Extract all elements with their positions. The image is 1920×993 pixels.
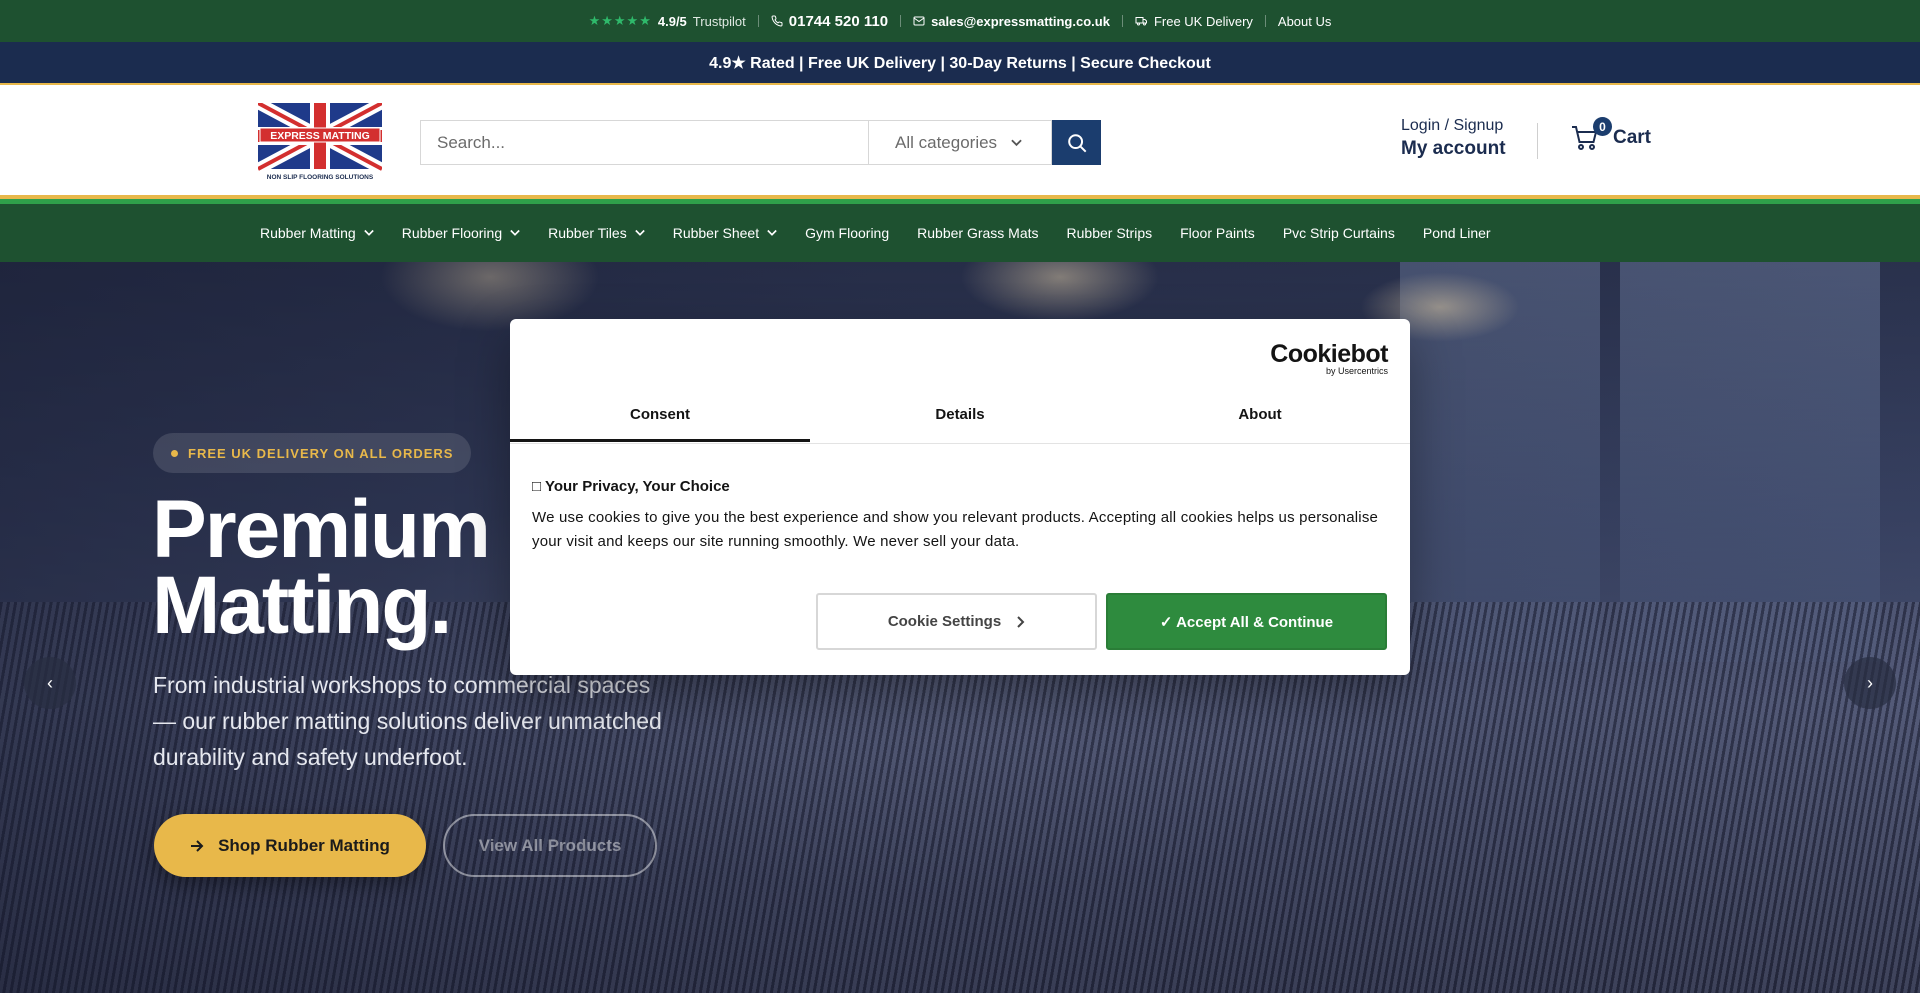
accept-all-button[interactable]: ✓ Accept All & Continue [1106,593,1387,650]
chevron-down-icon [1011,139,1022,146]
tab-divider [510,443,1410,444]
header-divider [1537,123,1538,159]
announcement-bar: 4.9★ Rated | Free UK Delivery | 30-Day R… [0,42,1920,85]
tab-consent[interactable]: Consent [510,404,810,444]
category-select[interactable]: All categories [868,120,1052,165]
nav-item-pond-liner[interactable]: Pond Liner [1423,225,1491,241]
svg-text:NON SLIP FLOORING SOLUTIONS: NON SLIP FLOORING SOLUTIONS [267,174,374,181]
nav-item-label: Rubber Strips [1066,225,1153,241]
divider [1121,15,1123,27]
cookie-settings-button[interactable]: Cookie Settings [816,593,1097,650]
delivery-label: Free UK Delivery [1153,13,1253,29]
site-header: EXPRESS MATTING NON SLIP FLOORING SOLUTI… [0,85,1920,195]
tab-details[interactable]: Details [810,404,1110,444]
site-logo[interactable]: EXPRESS MATTING NON SLIP FLOORING SOLUTI… [255,97,385,183]
hero-subcopy: From industrial workshops to commercial … [153,672,662,770]
nav-item-label: Rubber Grass Mats [917,225,1039,241]
hero-headline-line2: Matting. [152,560,452,651]
nav-item-rubber-flooring[interactable]: Rubber Flooring [402,225,520,241]
main-navigation: Rubber Matting Rubber Flooring Rubber Ti… [0,204,1920,262]
view-all-products-button[interactable]: View All Products [443,814,657,877]
nav-item-label: Pvc Strip Curtains [1282,225,1395,241]
nav-item-rubber-strips[interactable]: Rubber Strips [1067,225,1153,241]
nav-item-label: Rubber Tiles [548,225,627,241]
carousel-next-button[interactable]: › [1844,657,1896,709]
nav-item-floor-paints[interactable]: Floor Paints [1180,225,1255,241]
category-select-value: All categories [895,132,998,152]
cookie-consent-dialog: Cookiebot by Usercentrics Consent Detail… [510,319,1410,675]
svg-text:EXPRESS MATTING: EXPRESS MATTING [270,130,370,142]
search-button[interactable] [1052,120,1101,165]
chevron-right-icon [1017,615,1025,628]
nav-item-rubber-tiles[interactable]: Rubber Tiles [548,225,645,241]
email-address: sales@expressmatting.co.uk [931,13,1110,29]
consent-tabs: Consent Details About [510,404,1410,444]
cart-button[interactable]: 0 Cart [1571,117,1652,151]
trustpilot-label: Trustpilot [692,13,746,29]
consent-title-text: Your Privacy, Your Choice [544,478,730,495]
phone-number: 01744 520 110 [788,12,889,30]
nav-item-label: Gym Flooring [805,225,890,241]
nav-item-pvc-strip-curtains[interactable]: Pvc Strip Curtains [1283,225,1395,241]
phone-icon [771,15,783,27]
search-bar: All categories [420,120,1101,165]
nav-item-label: Rubber Matting [260,225,356,241]
phone-link[interactable]: 01744 520 110 [771,13,888,30]
delivery-badge-text: FREE UK DELIVERY ON ALL ORDERS [188,445,454,461]
cart-count-badge: 0 [1593,117,1612,136]
chevron-down-icon [634,229,645,236]
delivery-badge: FREE UK DELIVERY ON ALL ORDERS [153,433,472,473]
nav-item-label: Rubber Flooring [401,225,503,241]
divider [757,15,759,27]
login-signup-label: Login / Signup [1401,117,1504,134]
search-input[interactable] [420,120,868,165]
about-link[interactable]: About Us [1278,14,1331,29]
chevron-down-icon [510,229,520,236]
divider [900,15,902,27]
cart-label: Cart [1613,127,1652,148]
chevron-down-icon [363,229,374,236]
nav-item-label: Floor Paints [1180,225,1255,241]
chevron-down-icon [767,229,777,236]
consent-body: We use cookies to give you the best expe… [532,509,1379,550]
nav-item-rubber-matting[interactable]: Rubber Matting [260,225,374,241]
consent-title: □ Your Privacy, Your Choice [532,478,730,495]
my-account-label: My account [1401,138,1506,159]
search-icon [1067,133,1086,152]
nav-item-gym-flooring[interactable]: Gym Flooring [805,225,889,241]
top-utility-bar: ★★★★★ 4.9/5 Trustpilot 01744 520 110 sal… [0,0,1920,42]
shop-rubber-matting-button[interactable]: Shop Rubber Matting [154,814,426,877]
carousel-prev-button[interactable]: ‹ [24,657,76,709]
mail-icon [913,16,925,26]
divider [1264,15,1266,27]
truck-icon [1135,17,1147,26]
privacy-icon: □ [532,478,542,495]
cookiebot-brand: Cookiebot [1270,340,1388,368]
nav-item-rubber-grass-mats[interactable]: Rubber Grass Mats [917,225,1038,241]
nav-item-label: Pond Liner [1422,225,1491,241]
nav-item-label: Rubber Sheet [672,225,760,241]
cookiebot-logo: Cookiebot by Usercentrics [1270,341,1388,376]
hero-headline: Premium R Matting. [152,489,569,647]
star-rating-icon: ★★★★★ [588,13,652,28]
tab-about[interactable]: About [1110,404,1410,444]
email-link[interactable]: sales@expressmatting.co.uk [913,14,1110,29]
shop-button-label: Shop Rubber Matting [218,835,390,855]
bullet-icon [171,449,178,457]
nav-item-rubber-sheet[interactable]: Rubber Sheet [673,225,777,241]
delivery-link[interactable]: Free UK Delivery [1135,14,1253,29]
cookie-settings-label: Cookie Settings [887,613,1002,630]
rating-value: 4.9/5 [657,13,687,29]
trustpilot-rating[interactable]: ★★★★★ 4.9/5 Trustpilot [589,13,746,29]
arrow-right-icon [191,839,204,852]
account-link[interactable]: Login / Signup My account [1401,117,1506,160]
